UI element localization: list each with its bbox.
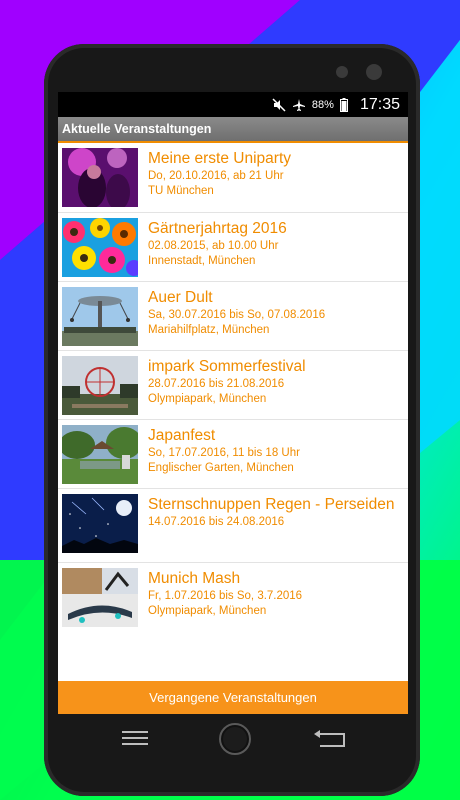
event-date: So, 17.07.2016, 11 bis 18 Uhr (148, 447, 300, 459)
event-location: Olympiapark, München (148, 393, 267, 405)
camera-dot (336, 66, 348, 78)
event-title: Japanfest (148, 427, 216, 444)
event-title: Meine erste Uniparty (148, 150, 292, 167)
navigation-bar (58, 714, 408, 764)
back-icon[interactable] (314, 730, 345, 747)
event-date: Fr, 1.07.2016 bis So, 3.7.2016 (148, 590, 303, 602)
page-title: Aktuelle Veranstaltungen (58, 117, 408, 143)
event-title: Sternschnuppen Regen - Perseiden (148, 496, 395, 513)
home-button[interactable] (219, 723, 251, 755)
nav-buttons (122, 723, 345, 755)
night-sky-image (62, 494, 138, 553)
event-location: Mariahilfplatz, München (148, 324, 270, 336)
event-item[interactable]: Sternschnuppen Regen - Perseiden 14.07.2… (58, 489, 408, 563)
app-screen: 88% 17:35 Aktuelle Veranstaltungen Meine… (58, 92, 408, 714)
status-time: 17:35 (359, 95, 400, 113)
party-image (62, 148, 138, 207)
battery-icon (339, 97, 348, 112)
event-title: Gärtnerjahrtag 2016 (148, 220, 287, 237)
sensor-dot (366, 64, 382, 80)
menu-icon[interactable] (122, 731, 148, 745)
skate-image (62, 568, 138, 627)
event-item[interactable]: Auer Dult Sa, 30.07.2016 bis So, 07.08.2… (58, 282, 408, 351)
mute-icon (272, 97, 286, 112)
phone-top (58, 50, 408, 80)
event-date: Do, 20.10.2016, ab 21 Uhr (148, 170, 284, 182)
event-title: Auer Dult (148, 289, 213, 306)
event-date: 14.07.2016 bis 24.08.2016 (148, 516, 285, 528)
ferris-wheel-image (62, 356, 138, 415)
event-date: 28.07.2016 bis 21.08.2016 (148, 378, 285, 390)
event-item[interactable]: Munich Mash Fr, 1.07.2016 bis So, 3.7.20… (58, 563, 408, 632)
battery-percent: 88% (311, 98, 334, 111)
event-date: Sa, 30.07.2016 bis So, 07.08.2016 (148, 309, 326, 321)
past-events-button[interactable]: Vergangene Veranstaltungen (58, 681, 408, 714)
event-item[interactable]: Meine erste Uniparty Do, 20.10.2016, ab … (58, 143, 408, 213)
event-location: Innenstadt, München (148, 255, 256, 267)
event-location: Olympiapark, München (148, 605, 267, 617)
event-item[interactable]: Gärtnerjahrtag 2016 02.08.2015, ab 10.00… (58, 213, 408, 282)
event-item[interactable]: impark Sommerfestival 28.07.2016 bis 21.… (58, 351, 408, 420)
event-item[interactable]: Japanfest So, 17.07.2016, 11 bis 18 Uhr … (58, 420, 408, 489)
event-location: TU München (148, 185, 214, 197)
garden-image (62, 425, 138, 484)
status-bar: 88% 17:35 (58, 92, 408, 117)
event-title: impark Sommerfestival (148, 358, 306, 375)
event-location: Englischer Garten, München (148, 462, 294, 474)
event-date: 02.08.2015, ab 10.00 Uhr (148, 240, 279, 252)
event-list: Meine erste Uniparty Do, 20.10.2016, ab … (58, 143, 408, 714)
airplane-icon (292, 98, 306, 112)
carousel-image (62, 287, 138, 346)
event-title: Munich Mash (148, 570, 241, 587)
flowers-image (62, 218, 138, 277)
